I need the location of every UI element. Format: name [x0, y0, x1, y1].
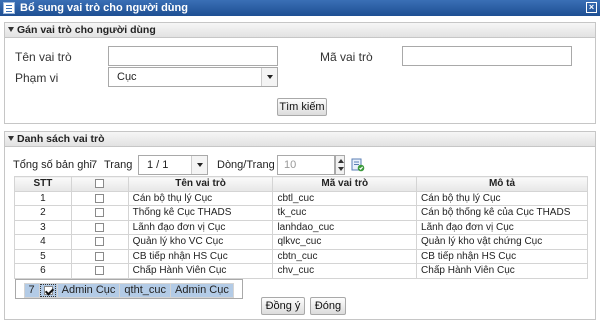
cell-role-name: Chấp Hành Viên Cục [127, 263, 274, 279]
list-icon [3, 2, 15, 14]
select-all-checkbox[interactable] [95, 179, 105, 189]
cell-stt: 4 [14, 234, 72, 250]
role-name-label: Tên vai trò [15, 50, 72, 64]
row-checkbox[interactable] [95, 251, 105, 261]
cell-select[interactable] [70, 219, 129, 235]
total-records-value: 7 [91, 159, 98, 171]
cell-description: CB tiếp nhận HS Cục [416, 248, 588, 264]
cell-stt: 1 [14, 190, 72, 206]
page-selected-value: 1 / 1 [147, 159, 169, 171]
role-code-label: Mã vai trò [320, 50, 373, 64]
row-checkbox[interactable] [43, 285, 53, 295]
cell-role-code: cbtn_cuc [272, 248, 418, 264]
page-label: Trang [104, 159, 133, 171]
panel-title: Danh sách vai trò [17, 133, 105, 145]
role-table: STT Tên vai trò Mã vai trò Mô tả 1 Cán bộ… [14, 176, 588, 299]
page-select[interactable]: 1 / 1 [138, 155, 208, 175]
cell-role-name: Thống kê Cục THADS [127, 205, 274, 221]
cell-role-name: Admin Cục [56, 282, 121, 298]
cell-select[interactable] [70, 205, 129, 221]
agree-button[interactable]: Đồng ý [261, 297, 305, 315]
table-row[interactable]: 6 Chấp Hành Viên Cục chv_cuc Chấp Hành Viên… [14, 263, 588, 279]
cell-role-code: chv_cuc [272, 263, 418, 279]
column-header-stt[interactable]: STT [14, 176, 72, 192]
column-header-role-code[interactable]: Mã vai trò [272, 176, 418, 192]
table-header-row: STT Tên vai trò Mã vai trò Mô tả [14, 176, 588, 192]
window-titlebar: Bổ sung vai trò cho người dùng × [0, 0, 600, 16]
collapse-arrow-icon[interactable] [8, 27, 14, 32]
table-row[interactable]: 5 CB tiếp nhận HS Cục cbtn_cuc CB tiếp nhận… [14, 248, 588, 264]
cell-role-name: Cán bộ thụ lý Cục [127, 190, 274, 206]
cell-select[interactable] [70, 190, 129, 206]
cell-description: Cán bộ thống kê của Cục THADS [416, 205, 588, 221]
cell-description: Chấp Hành Viên Cục [416, 263, 588, 279]
panel-title: Gán vai trò cho người dùng [17, 24, 156, 36]
close-button[interactable]: Đóng [310, 297, 346, 315]
search-button[interactable]: Tìm kiếm [277, 98, 327, 116]
chevron-down-icon[interactable] [191, 156, 207, 174]
collapse-arrow-icon[interactable] [8, 136, 14, 141]
cell-description: Admin Cục [170, 282, 234, 298]
column-header-description[interactable]: Mô tả [416, 176, 588, 192]
cell-description: Cán bộ thụ lý Cục [416, 190, 588, 206]
window-title: Bổ sung vai trò cho người dùng [20, 2, 188, 14]
cell-role-name: Lãnh đạo đơn vị Cục [127, 219, 274, 235]
cell-stt: 5 [14, 248, 72, 264]
cell-stt: 6 [14, 263, 72, 279]
table-row[interactable]: 1 Cán bộ thụ lý Cục cbtl_cuc Cán bộ thụ lý … [14, 190, 588, 206]
table-row[interactable]: 2 Thống kê Cục THADS tk_cuc Cán bộ thống kê… [14, 205, 588, 221]
cell-select[interactable] [70, 263, 129, 279]
row-checkbox[interactable] [95, 193, 105, 203]
row-checkbox[interactable] [95, 266, 105, 276]
cell-description: Lãnh đạo đơn vị Cục [416, 219, 588, 235]
cell-stt: 7 [23, 282, 40, 298]
cell-role-code: tk_cuc [272, 205, 418, 221]
role-list-panel: Danh sách vai trò Tổng số bản ghi 7 Tran… [4, 131, 596, 320]
scope-select[interactable]: Cục [108, 67, 278, 87]
cell-role-code: lanhdao_cuc [272, 219, 418, 235]
cell-role-code: cbtl_cuc [272, 190, 418, 206]
cell-role-name: Quản lý kho VC Cục [127, 234, 274, 250]
chevron-down-icon[interactable] [261, 68, 277, 86]
scope-label: Phạm vi [15, 71, 59, 85]
panel-header[interactable]: Danh sách vai trò [5, 132, 595, 147]
table-row[interactable]: 4 Quản lý kho VC Cục qlkvc_cuc Quản lý kho … [14, 234, 588, 250]
cell-role-code: qtht_cuc [119, 282, 172, 298]
cell-role-code: qlkvc_cuc [272, 234, 418, 250]
column-header-select-all[interactable] [70, 176, 129, 192]
rows-per-page-input[interactable]: 10 [277, 155, 335, 175]
close-icon[interactable]: × [586, 2, 597, 13]
rows-per-page-label: Dòng/Trang [217, 159, 275, 171]
rows-per-page-spinner[interactable] [335, 155, 345, 175]
cell-select[interactable] [38, 282, 58, 298]
table-row[interactable]: 3 Lãnh đạo đơn vị Cục lanhdao_cuc Lãnh đạo … [14, 219, 588, 235]
scope-selected-value: Cục [117, 71, 137, 83]
cell-stt: 3 [14, 219, 72, 235]
cell-select[interactable] [70, 234, 129, 250]
row-checkbox[interactable] [95, 237, 105, 247]
row-checkbox[interactable] [95, 222, 105, 232]
role-name-input[interactable] [108, 46, 278, 66]
cell-select[interactable] [70, 248, 129, 264]
table-row[interactable]: 7 Admin Cục qtht_cuc Admin Cục [14, 278, 243, 299]
column-header-role-name[interactable]: Tên vai trò [127, 176, 274, 192]
row-checkbox[interactable] [95, 208, 105, 218]
cell-role-name: CB tiếp nhận HS Cục [127, 248, 274, 264]
export-excel-icon[interactable] [351, 158, 365, 172]
panel-header[interactable]: Gán vai trò cho người dùng [5, 23, 595, 38]
cell-description: Quản lý kho vật chứng Cục [416, 234, 588, 250]
role-code-input[interactable] [402, 46, 572, 66]
cell-stt: 2 [14, 205, 72, 221]
role-filter-panel: Gán vai trò cho người dùng Tên vai trò M… [4, 22, 596, 124]
total-records-label: Tổng số bản ghi [13, 159, 92, 171]
